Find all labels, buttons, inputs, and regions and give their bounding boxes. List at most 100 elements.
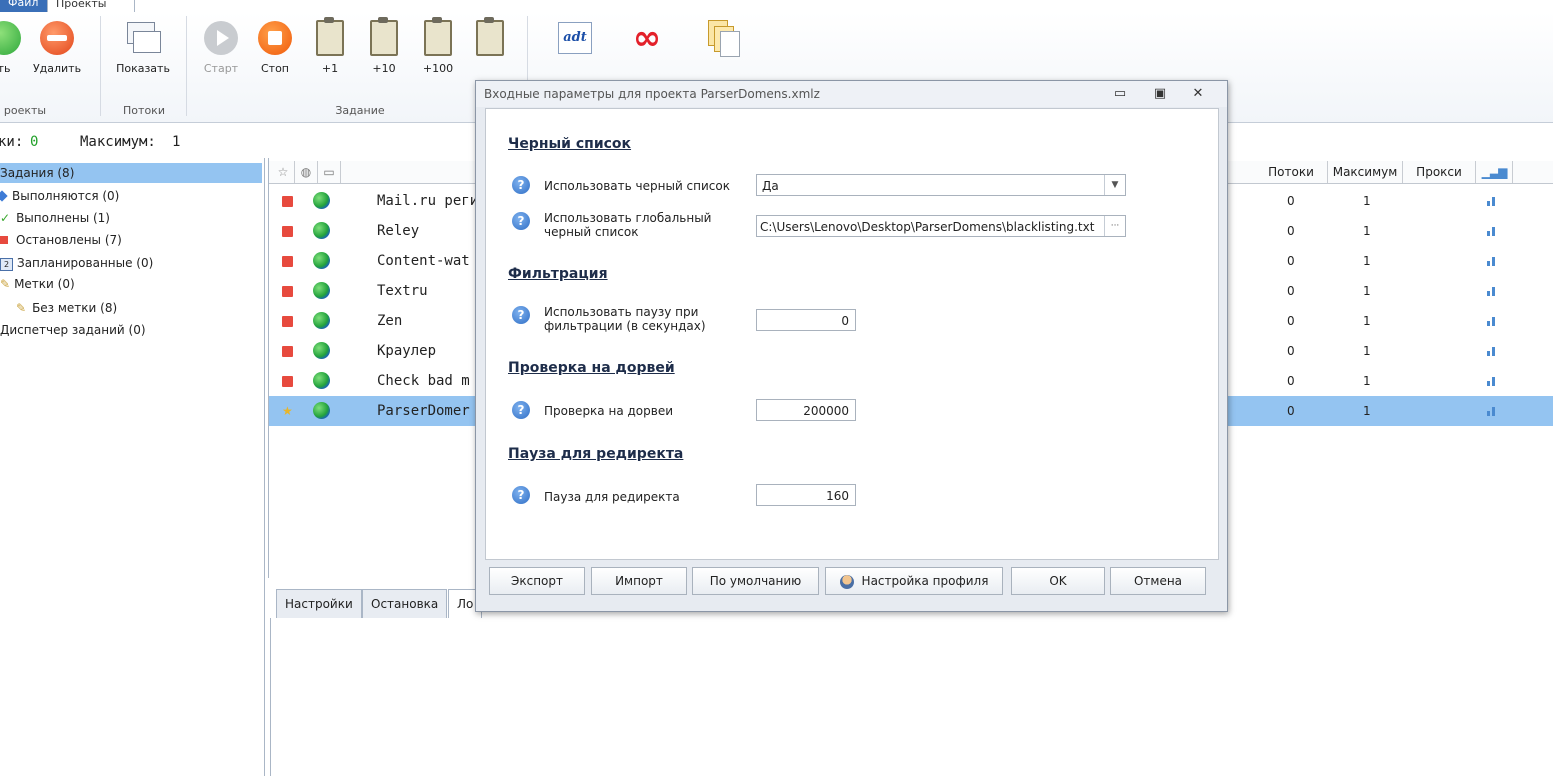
stop-square-icon (0, 236, 8, 244)
log-panel (270, 618, 1553, 776)
max-label: Максимум: (80, 134, 156, 150)
diamond-icon (0, 190, 8, 202)
tree-item-done[interactable]: ✓ Выполнены (1) (0, 208, 110, 228)
stopped-status-icon (282, 256, 293, 267)
window-column-header[interactable]: ▭ (318, 161, 341, 183)
section-filter: Фильтрация (508, 266, 608, 282)
tab-stop[interactable]: Остановка (362, 589, 448, 619)
plus10-button[interactable]: +10 (364, 17, 404, 75)
task-tree: Задания (8) Выполняются (0) ✓ Выполнены (… (0, 158, 265, 776)
column-proxy[interactable]: Прокси (1403, 161, 1476, 183)
globe-icon (313, 342, 330, 359)
threads-cell: 0 (1287, 254, 1295, 268)
bars-icon (1487, 197, 1499, 206)
max-cell: 1 (1363, 344, 1371, 358)
tree-item-stopped[interactable]: Остановлены (7) (0, 230, 122, 250)
use-blacklist-select[interactable]: Да ▼ (756, 174, 1126, 196)
captcha-icon: adt (557, 20, 593, 56)
dialog-body: Черный список ? Использовать черный спис… (485, 108, 1219, 560)
max-cell: 1 (1363, 284, 1371, 298)
column-stats[interactable]: ▁▃▆ (1476, 161, 1513, 183)
threads-status-bar: ки: 0 Максимум: 1 (0, 128, 480, 156)
start-button[interactable]: Старт (196, 20, 246, 75)
column-max[interactable]: Максимум (1328, 161, 1403, 183)
stop-button[interactable]: Стоп (252, 20, 298, 75)
threads-cell: 0 (1287, 404, 1295, 418)
globe-icon (313, 282, 330, 299)
check-icon: ✓ (0, 211, 11, 225)
profile-settings-label: Настройка профиля (861, 574, 989, 588)
ok-button[interactable]: OK (1011, 567, 1105, 595)
group-label-task: Задание (335, 104, 385, 117)
threads-cell: 0 (1287, 344, 1295, 358)
add-project-button[interactable]: ть (0, 20, 22, 75)
clipboard-icon (420, 17, 456, 56)
star-icon: ☆ (277, 165, 289, 179)
plus1-button[interactable]: +1 (312, 17, 348, 75)
max-cell: 1 (1363, 224, 1371, 238)
tree-root-label: Задания (8) (0, 166, 75, 180)
global-blacklist-label-line2: черный список (544, 225, 639, 239)
show-threads-button[interactable]: Показать (108, 20, 178, 75)
bars-icon (1487, 257, 1499, 266)
add-label: ть (0, 62, 11, 75)
filter-pause-field[interactable]: 0 (756, 309, 856, 331)
tree-item-scheduled[interactable]: 2 Запланированные (0) (0, 253, 153, 273)
maximize-icon[interactable]: ▣ (1152, 86, 1168, 101)
tree-item-tags[interactable]: ✎ Метки (0) (0, 274, 75, 294)
dispatcher-button[interactable] (700, 20, 746, 62)
project-name: Краулер (377, 343, 437, 359)
add-icon (0, 20, 22, 56)
doorway-label: Проверка на дорвеи (544, 404, 673, 418)
plus100-label: +100 (422, 62, 454, 75)
clipboard-more-button[interactable] (472, 17, 508, 62)
tree-item-tasks[interactable]: Задания (8) (0, 163, 262, 183)
plus100-button[interactable]: +100 (416, 17, 460, 75)
doorway-field[interactable]: 200000 (756, 399, 856, 421)
tree-item-no-tag[interactable]: ✎ Без метки (8) (16, 298, 117, 318)
column-threads[interactable]: Потоки (1255, 161, 1328, 183)
plus1-label: +1 (321, 62, 339, 75)
input-params-dialog: Входные параметры для проекта ParserDome… (475, 80, 1228, 612)
plus10-label: +10 (372, 62, 396, 75)
documents-icon (705, 20, 741, 57)
globe-column-header[interactable]: ◍ (295, 161, 318, 183)
help-icon[interactable]: ? (512, 306, 530, 324)
captcha-button[interactable]: adt (552, 20, 598, 62)
chevron-down-icon[interactable]: ▼ (1104, 175, 1125, 195)
tree-item-running[interactable]: Выполняются (0) (0, 186, 119, 206)
threads-cell: 0 (1287, 194, 1295, 208)
help-icon[interactable]: ? (512, 176, 530, 194)
tab-settings[interactable]: Настройки (276, 589, 362, 619)
bars-icon (1487, 347, 1499, 356)
bars-icon (1487, 377, 1499, 386)
bars-icon (1487, 317, 1499, 326)
redirect-label: Пауза для редиректа (544, 490, 680, 504)
delete-label: Удалить (32, 62, 82, 75)
cancel-button[interactable]: Отмена (1110, 567, 1206, 595)
help-icon[interactable]: ? (512, 212, 530, 230)
global-blacklist-path-field[interactable]: C:\Users\Lenovo\Desktop\ParserDomens\bla… (756, 215, 1126, 237)
import-button[interactable]: Импорт (591, 567, 687, 595)
tab-file[interactable]: Файл (0, 0, 52, 12)
browse-button[interactable]: ··· (1104, 216, 1125, 236)
group-separator (100, 16, 101, 116)
minimize-icon[interactable]: ▭ (1112, 86, 1128, 101)
proxy-button[interactable]: ∞ (624, 20, 670, 62)
profile-settings-button[interactable]: Настройка профиля (825, 567, 1003, 595)
project-name: Content-wat (377, 253, 470, 269)
clipboard-icon (312, 17, 348, 56)
help-icon[interactable]: ? (512, 486, 530, 504)
use-blacklist-value: Да (762, 179, 779, 193)
dialog-titlebar[interactable]: Входные параметры для проекта ParserDome… (476, 81, 1227, 107)
use-blacklist-label: Использовать черный список (544, 179, 730, 193)
close-icon[interactable]: ✕ (1190, 86, 1206, 101)
export-button[interactable]: Экспорт (489, 567, 585, 595)
tree-item-dispatcher[interactable]: Диспетчер заданий (0) (0, 320, 146, 340)
default-button[interactable]: По умолчанию (692, 567, 819, 595)
section-redirect: Пауза для редиректа (508, 446, 684, 462)
redirect-field[interactable]: 160 (756, 484, 856, 506)
help-icon[interactable]: ? (512, 401, 530, 419)
delete-project-button[interactable]: Удалить (27, 20, 87, 75)
star-column-header[interactable]: ☆ (272, 161, 295, 183)
